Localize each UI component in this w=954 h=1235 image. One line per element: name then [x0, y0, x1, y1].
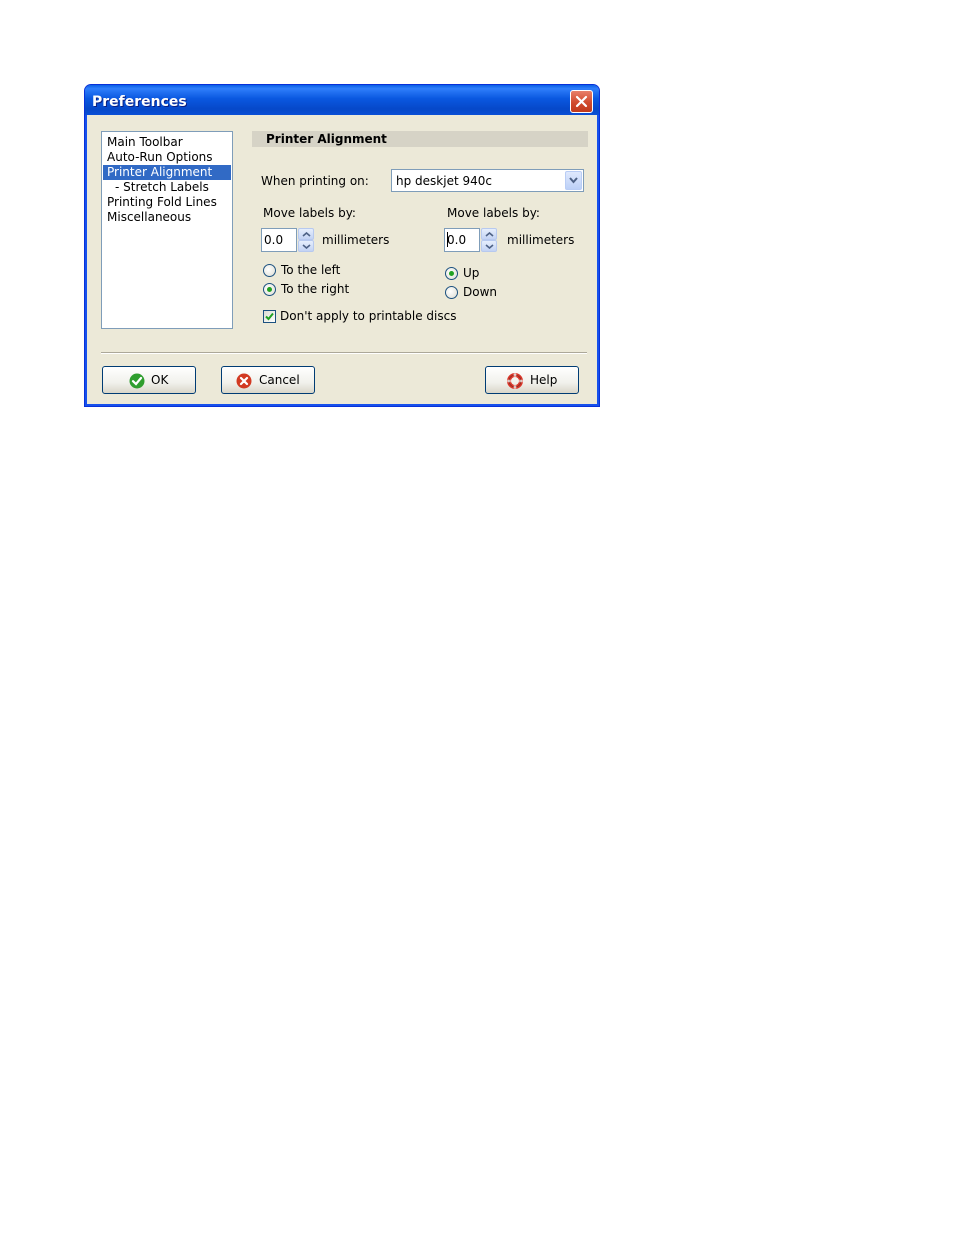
help-button[interactable]: Help	[485, 366, 579, 394]
printer-label: When printing on:	[261, 174, 369, 188]
chevron-down-icon	[569, 177, 578, 184]
horizontal-increment-button[interactable]	[298, 228, 314, 240]
vertical-unit-label: millimeters	[507, 233, 575, 247]
nav-item-miscellaneous[interactable]: Miscellaneous	[103, 210, 231, 225]
help-button-label: Help	[530, 373, 558, 387]
dialog-body: Main Toolbar Auto-Run Options Printer Al…	[88, 115, 596, 403]
arrow-down-icon	[302, 244, 311, 249]
window-title: Preferences	[92, 94, 187, 110]
vertical-move-label: Move labels by:	[447, 206, 540, 220]
vertical-decrement-button[interactable]	[481, 240, 497, 252]
radio-to-the-right-label: To the right	[281, 282, 350, 296]
ok-button[interactable]: OK	[102, 366, 196, 394]
horizontal-offset-stepper[interactable]	[298, 228, 314, 252]
preferences-dialog: Preferences Main Toolbar Auto-Run Option…	[84, 84, 600, 407]
horizontal-offset-input[interactable]: 0.0	[261, 228, 297, 252]
printer-select-value: hp deskjet 940c	[396, 174, 492, 188]
radio-to-the-right[interactable]	[263, 283, 276, 296]
ok-button-label: OK	[151, 373, 169, 387]
horizontal-offset-value: 0.0	[264, 233, 284, 247]
vertical-offset-input[interactable]: 0.0	[444, 228, 480, 252]
horizontal-unit-label: millimeters	[322, 233, 390, 247]
radio-up-label: Up	[463, 266, 480, 280]
nav-item-printer-alignment[interactable]: Printer Alignment	[103, 165, 231, 180]
title-bar[interactable]: Preferences	[85, 85, 599, 115]
arrow-up-icon	[302, 232, 311, 237]
close-icon	[575, 95, 588, 108]
close-button[interactable]	[570, 90, 593, 113]
horizontal-move-label: Move labels by:	[263, 206, 356, 220]
cancel-button[interactable]: Cancel	[221, 366, 315, 394]
radio-down[interactable]	[445, 286, 458, 299]
arrow-down-icon	[485, 244, 494, 249]
nav-item-printing-fold-lines[interactable]: Printing Fold Lines	[103, 195, 231, 210]
vertical-offset-stepper[interactable]	[481, 228, 497, 252]
vertical-increment-button[interactable]	[481, 228, 497, 240]
category-list[interactable]: Main Toolbar Auto-Run Options Printer Al…	[101, 131, 233, 329]
radio-to-the-left-label: To the left	[281, 263, 341, 277]
cancel-button-label: Cancel	[259, 373, 300, 387]
nav-item-main-toolbar[interactable]: Main Toolbar	[103, 135, 231, 150]
section-title: Printer Alignment	[252, 131, 588, 147]
radio-down-label: Down	[463, 285, 498, 299]
arrow-up-icon	[485, 232, 494, 237]
dont-apply-discs-label: Don't apply to printable discs	[280, 309, 457, 323]
nav-item-auto-run-options[interactable]: Auto-Run Options	[103, 150, 231, 165]
nav-item-stretch-labels[interactable]: - Stretch Labels	[103, 180, 231, 195]
cancel-circle-icon	[236, 373, 252, 389]
check-circle-icon	[129, 373, 145, 389]
radio-up[interactable]	[445, 267, 458, 280]
printer-select[interactable]: hp deskjet 940c	[391, 169, 584, 192]
horizontal-decrement-button[interactable]	[298, 240, 314, 252]
lifebuoy-icon	[507, 373, 523, 389]
vertical-offset-value: 0.0	[447, 233, 467, 247]
dont-apply-discs-checkbox[interactable]	[263, 310, 276, 323]
footer-divider	[101, 352, 587, 354]
checkmark-icon	[265, 312, 274, 321]
dropdown-button[interactable]	[565, 171, 582, 190]
radio-to-the-left[interactable]	[263, 264, 276, 277]
